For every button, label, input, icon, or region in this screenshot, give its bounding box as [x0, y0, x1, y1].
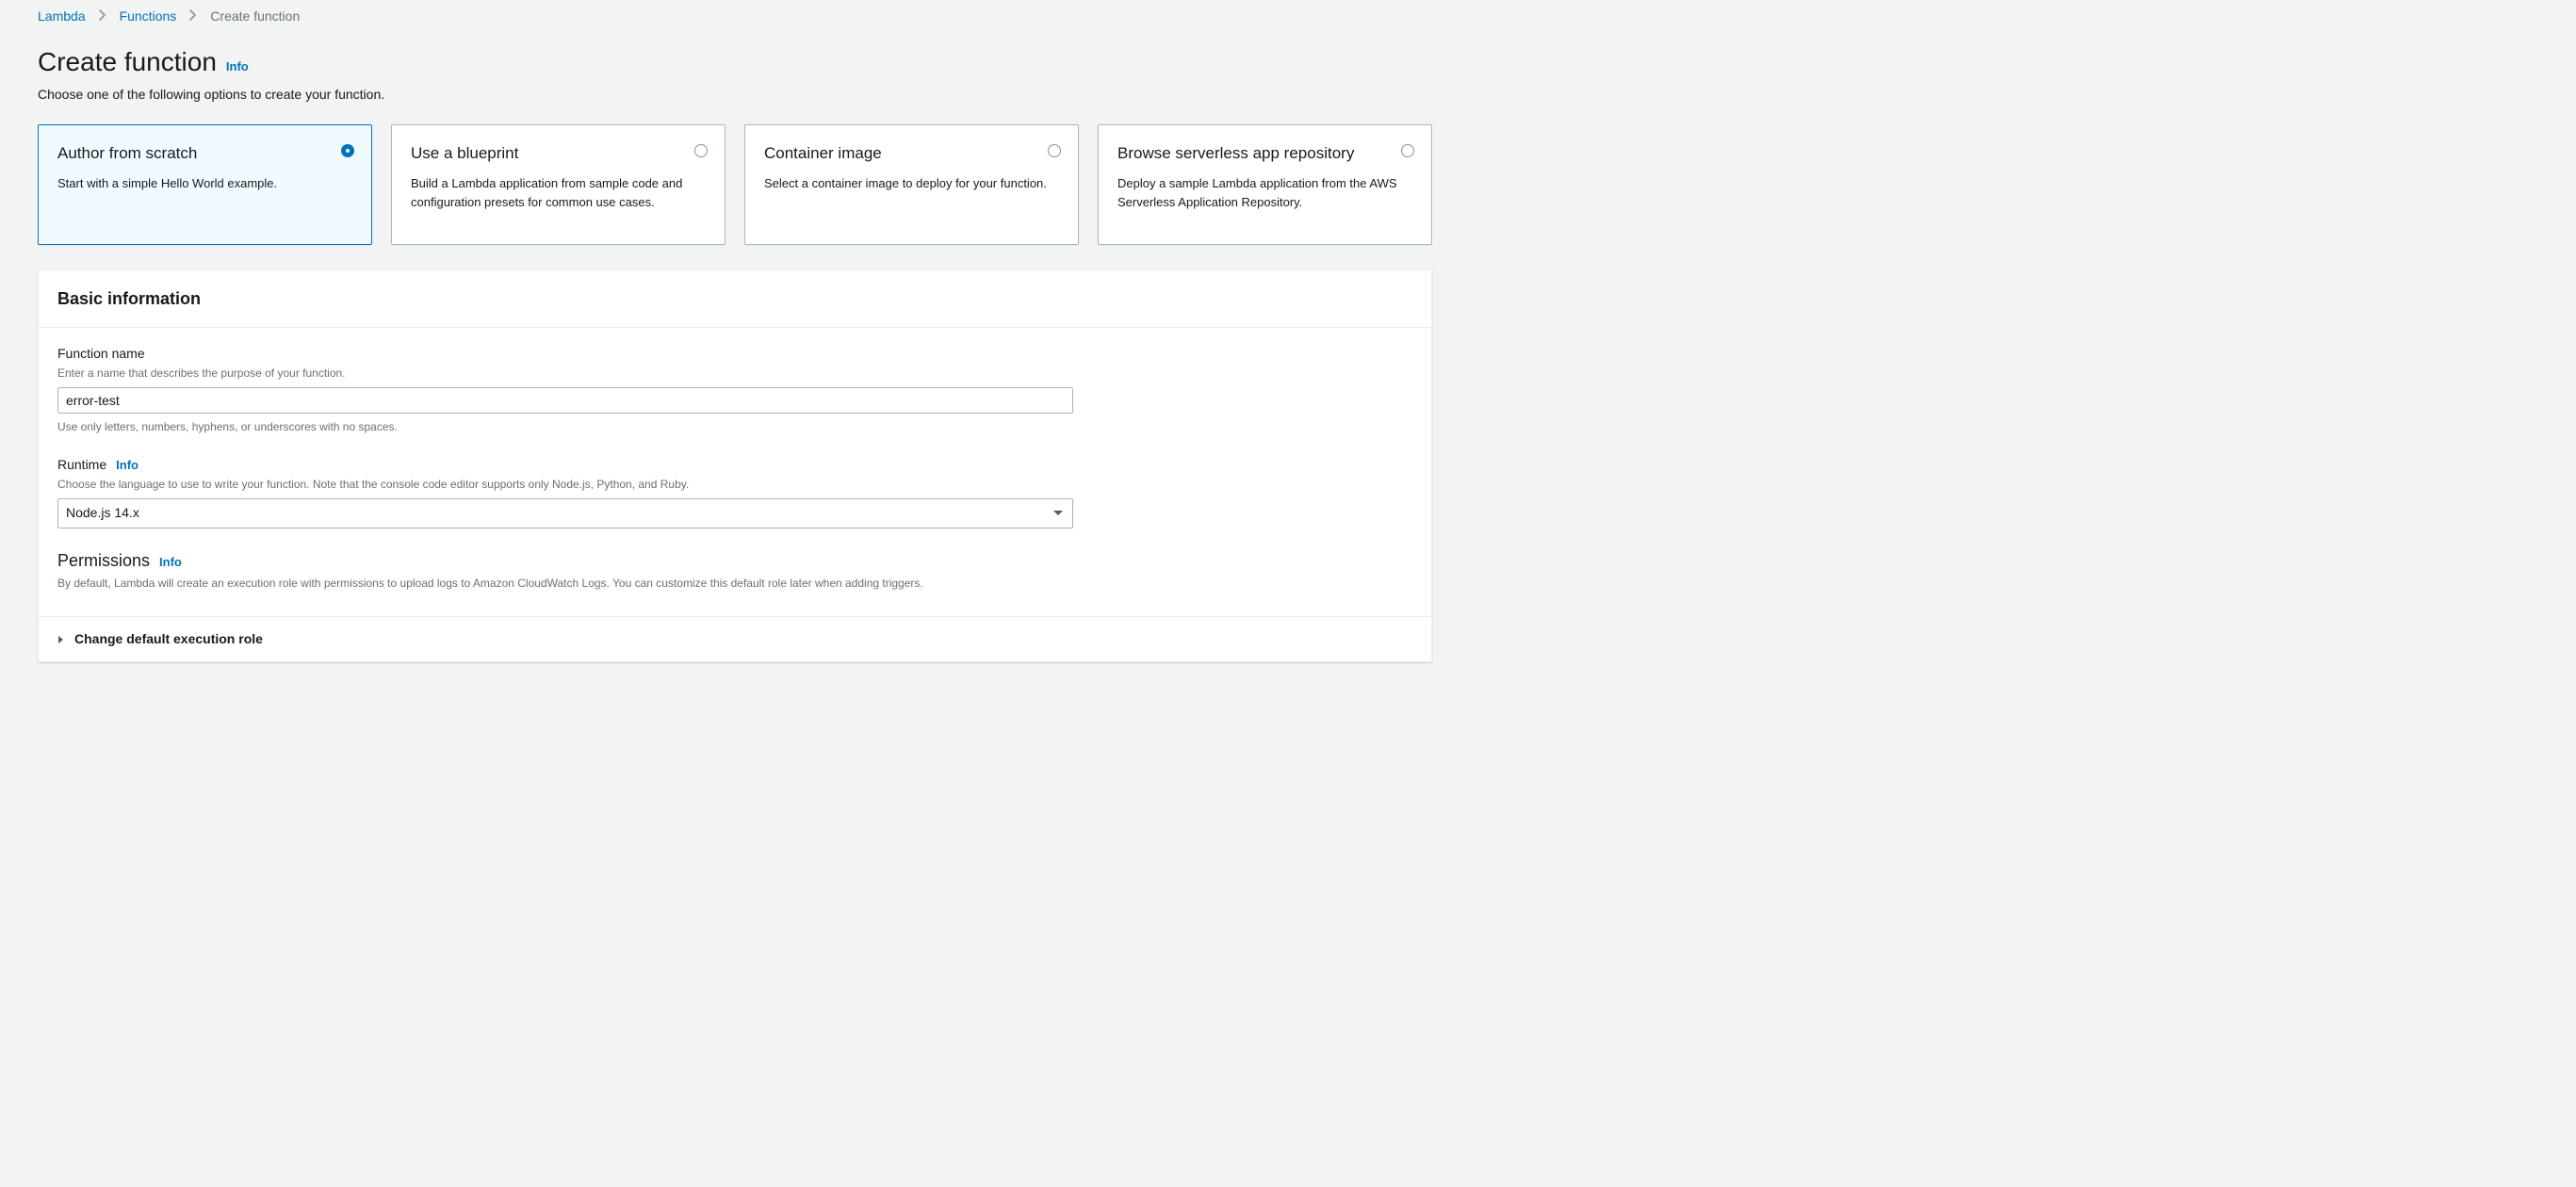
option-author-from-scratch[interactable]: Author from scratch Start with a simple …: [38, 124, 372, 245]
runtime-value: Node.js 14.x: [66, 504, 139, 523]
runtime-select[interactable]: Node.js 14.x: [57, 498, 1073, 528]
function-name-hint: Enter a name that describes the purpose …: [57, 366, 1412, 382]
change-default-execution-role[interactable]: Change default execution role: [39, 617, 1431, 662]
option-container-image[interactable]: Container image Select a container image…: [744, 124, 1079, 245]
permissions-desc: By default, Lambda will create an execut…: [57, 576, 1412, 592]
panel-title: Basic information: [57, 287, 1412, 311]
caret-right-icon: [57, 635, 65, 644]
option-title: Use a blueprint: [411, 142, 706, 165]
breadcrumb-current: Create function: [210, 8, 300, 26]
info-link[interactable]: Info: [159, 554, 182, 571]
function-name-constraint: Use only letters, numbers, hyphens, or u…: [57, 419, 1412, 435]
option-title: Container image: [764, 142, 1059, 165]
chevron-right-icon: [189, 8, 197, 26]
breadcrumb-lambda[interactable]: Lambda: [38, 8, 86, 26]
runtime-hint: Choose the language to use to write your…: [57, 477, 1412, 493]
option-desc: Start with a simple Hello World example.: [57, 174, 352, 193]
basic-information-panel: Basic information Function name Enter a …: [38, 269, 1432, 662]
option-desc: Build a Lambda application from sample c…: [411, 174, 706, 211]
option-desc: Deploy a sample Lambda application from …: [1117, 174, 1412, 211]
runtime-label: Runtime: [57, 456, 106, 475]
option-use-blueprint[interactable]: Use a blueprint Build a Lambda applicati…: [391, 124, 726, 245]
permissions-group: Permissions Info By default, Lambda will…: [57, 549, 1412, 592]
breadcrumb: Lambda Functions Create function: [38, 8, 1432, 26]
info-link[interactable]: Info: [116, 457, 139, 474]
page-subtitle: Choose one of the following options to c…: [38, 86, 1432, 105]
option-title: Author from scratch: [57, 142, 352, 165]
info-link[interactable]: Info: [226, 58, 249, 75]
expand-title: Change default execution role: [74, 630, 263, 649]
function-name-group: Function name Enter a name that describe…: [57, 345, 1412, 435]
function-name-label: Function name: [57, 345, 145, 364]
option-desc: Select a container image to deploy for y…: [764, 174, 1059, 193]
function-name-input[interactable]: [57, 387, 1073, 414]
page-title: Create function: [38, 43, 217, 80]
permissions-label: Permissions: [57, 549, 150, 573]
option-serverless-repo[interactable]: Browse serverless app repository Deploy …: [1098, 124, 1432, 245]
breadcrumb-functions[interactable]: Functions: [120, 8, 177, 26]
chevron-right-icon: [99, 8, 106, 26]
creation-options: Author from scratch Start with a simple …: [38, 124, 1432, 245]
option-title: Browse serverless app repository: [1117, 142, 1412, 165]
runtime-group: Runtime Info Choose the language to use …: [57, 456, 1412, 528]
